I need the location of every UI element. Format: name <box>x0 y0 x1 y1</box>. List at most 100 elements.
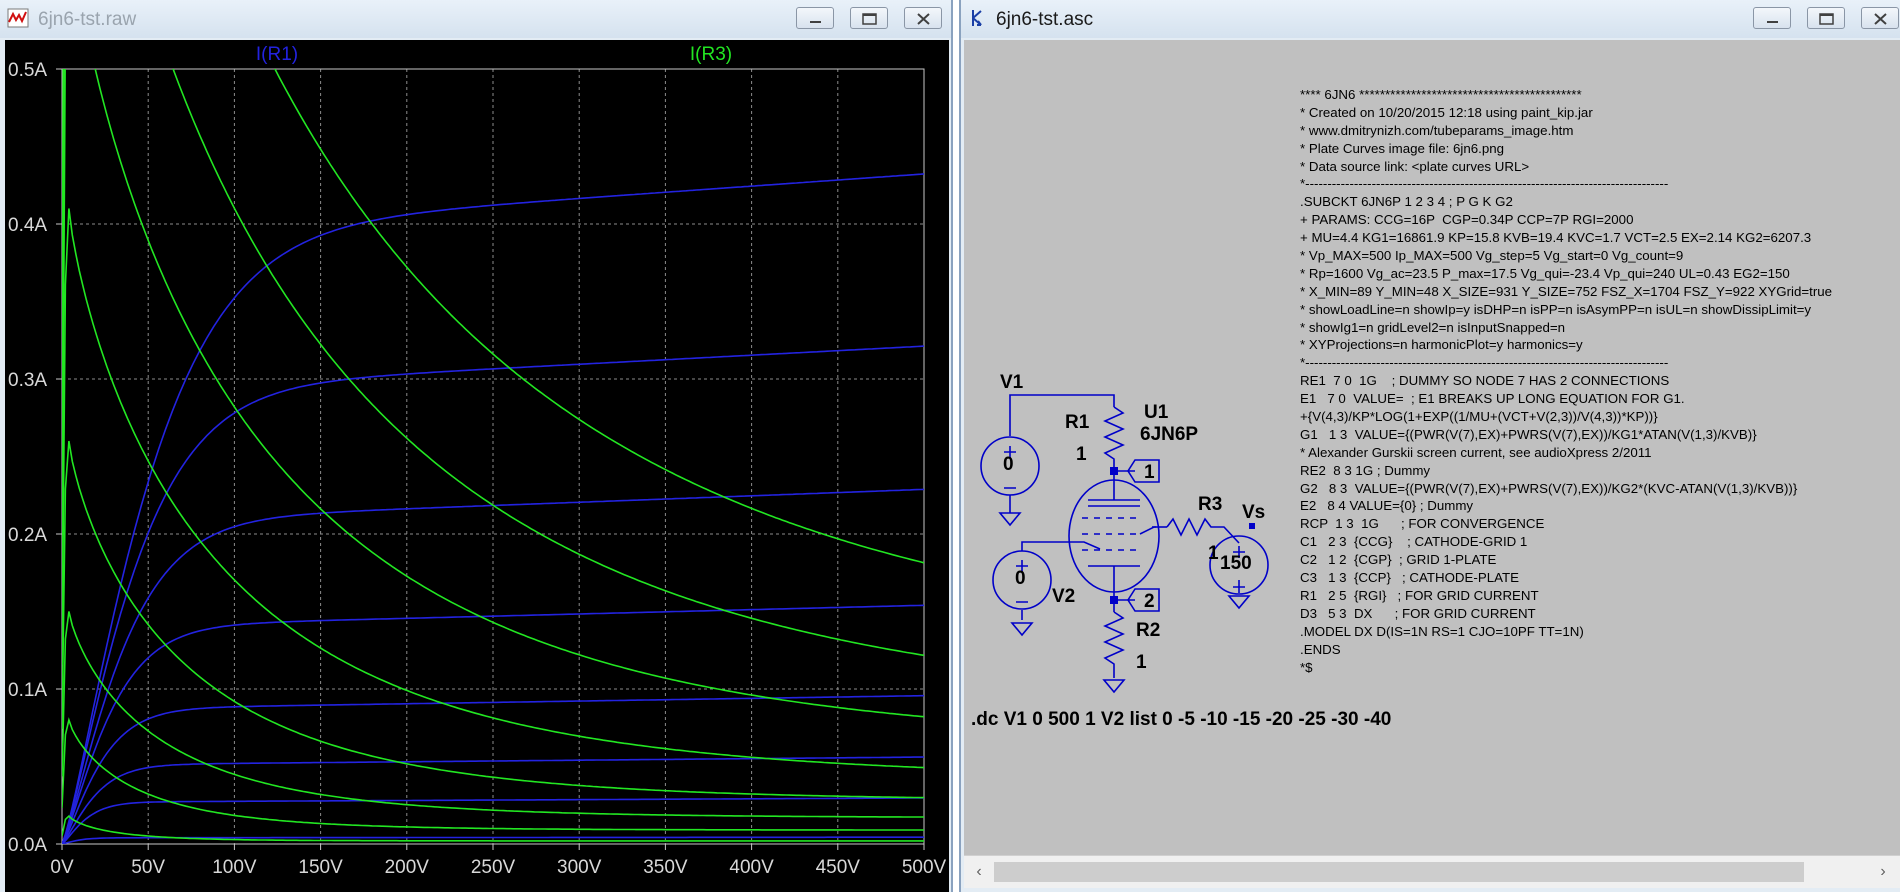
horizontal-scrollbar[interactable]: ‹ › <box>964 855 1900 888</box>
vs-value[interactable]: 150 <box>1220 553 1252 575</box>
minimize-button[interactable] <box>796 7 834 29</box>
netlist-line: * XYProjections=n harmonicPlot=y harmoni… <box>1300 337 1583 353</box>
x-tick-label: 350V <box>643 857 688 878</box>
pin-1-label: 1 <box>1144 462 1155 483</box>
netlist-line: E1 7 0 VALUE= ; E1 BREAKS UP LONG EQUATI… <box>1300 391 1685 407</box>
x-tick-label: 250V <box>471 857 516 878</box>
waveform-viewer-icon <box>7 8 29 28</box>
netlist-line: * Rp=1600 Vg_ac=23.5 P_max=17.5 Vg_qui=-… <box>1300 265 1790 281</box>
close-button[interactable] <box>1861 7 1899 29</box>
netlist-line: + MU=4.4 KG1=16861.9 KP=15.8 KVB=19.4 KV… <box>1300 230 1812 246</box>
netlist-line: * Alexander Gurskii screen current, see … <box>1300 444 1652 460</box>
netlist-line: * X_MIN=89 Y_MIN=48 X_SIZE=931 Y_SIZE=75… <box>1300 283 1833 299</box>
netlist-line: * showLoadLine=n showIp=y isDHP=n isPP=n… <box>1300 301 1812 317</box>
window-title: 6jn6-tst.asc <box>996 9 1094 30</box>
netlist-line: RCP 1 3 1G ; FOR CONVERGENCE <box>1300 516 1545 532</box>
netlist-line: C1 2 3 {CCG} ; CATHODE-GRID 1 <box>1300 534 1528 550</box>
plot-area[interactable]: 0V 50V 100V 150V 200V 250V 300V 350V 400V 450V 500… <box>5 40 949 892</box>
netlist-line: * www.dmitrynizh.com/tubeparams_image.ht… <box>1300 122 1574 138</box>
y-tick-label: 0.0A <box>8 835 47 856</box>
pentode-tube-u1[interactable] <box>1068 471 1160 600</box>
schematic-titlebar[interactable]: 6jn6-tst.asc <box>961 0 1900 38</box>
r1-value[interactable]: 1 <box>1076 444 1087 466</box>
trace-legend-label: I(R1) <box>256 44 298 65</box>
r1-label[interactable]: R1 <box>1065 412 1089 434</box>
y-tick-label: 0.1A <box>8 680 47 701</box>
netlist-line: *---------------------------------------… <box>1300 355 1669 371</box>
netlist-line: *$ <box>1300 659 1313 675</box>
y-tick-label: 0.5A <box>8 60 47 81</box>
close-icon <box>917 13 930 25</box>
netlist-line: D3 5 3 DX ; FOR GRID CURRENT <box>1300 605 1536 621</box>
netlist-line: *---------------------------------------… <box>1300 176 1669 192</box>
netlist-line: **** 6JN6 ******************************… <box>1300 87 1582 102</box>
r2-value[interactable]: 1 <box>1136 652 1147 674</box>
netlist-line: * Created on 10/20/2015 12:18 using pain… <box>1300 104 1593 120</box>
netlist-line: .ENDS <box>1300 641 1341 657</box>
netlist-line: * showIg1=n gridLevel2=n isInputSnapped=… <box>1300 319 1566 335</box>
window-title: 6jn6-tst.raw <box>38 9 137 30</box>
maximize-button[interactable] <box>850 7 888 29</box>
maximize-icon <box>862 13 877 25</box>
x-tick-label: 50V <box>131 857 165 878</box>
dc-sweep-directive[interactable]: .dc V1 0 500 1 V2 list 0 -5 -10 -15 -20 … <box>971 709 1391 731</box>
r2-label[interactable]: R2 <box>1136 620 1160 642</box>
netlist-line: * Data source link: <plate curves URL> <box>1300 158 1530 174</box>
netlist-line: .SUBCKT 6JN6P 1 2 3 4 ; P G K G2 <box>1300 194 1513 210</box>
vs-label[interactable]: Vs <box>1242 502 1265 524</box>
netlist-line: G1 1 3 VALUE={(PWR(V(7),EX)+PWRS(V(7),EX… <box>1300 426 1757 442</box>
close-button[interactable] <box>904 7 942 29</box>
x-tick-label: 100V <box>212 857 257 878</box>
waveform-window: 6jn6-tst.raw 0V 50V 100V 150V 200V 250V 300V 35… <box>0 0 953 892</box>
netlist-line: * Plate Curves image file: 6jn6.png <box>1300 140 1504 156</box>
ir3-curve <box>62 611 924 818</box>
x-tick-label: 300V <box>557 857 602 878</box>
close-icon <box>1874 13 1887 25</box>
y-tick-label: 0.2A <box>8 525 47 546</box>
minimize-icon <box>1767 21 1778 23</box>
u1-label[interactable]: U1 <box>1144 402 1168 424</box>
r3-label[interactable]: R3 <box>1198 494 1222 516</box>
netlist-line: G2 8 3 VALUE={(PWR(V(7),EX)+PWRS(V(7),EX… <box>1300 480 1798 496</box>
v1-value[interactable]: 0 <box>1003 454 1014 476</box>
schematic-window: 6jn6-tst.asc V1 0 R1 1 U1 6JN6P 1 2 R3 1… <box>959 0 1900 892</box>
netlist-line: C3 1 3 {CCP} ; CATHODE-PLATE <box>1300 570 1519 586</box>
v2-value[interactable]: 0 <box>1015 568 1026 590</box>
v2-label[interactable]: V2 <box>1052 586 1075 608</box>
x-tick-label: 500V <box>902 857 947 878</box>
waveform-titlebar[interactable]: 6jn6-tst.raw <box>0 0 951 38</box>
pin-2-label: 2 <box>1144 591 1155 612</box>
schematic-editor-icon <box>972 10 982 26</box>
x-tick-label: 450V <box>816 857 861 878</box>
minimize-button[interactable] <box>1753 7 1791 29</box>
y-tick-label: 0.3A <box>8 370 47 391</box>
u1-part[interactable]: 6JN6P <box>1140 424 1198 446</box>
r3-value[interactable]: 1 <box>1208 543 1219 565</box>
netlist-line: +{V(4,3)/KP*LOG(1+EXP((1/MU+(VCT+V(2,3))… <box>1300 409 1658 425</box>
v1-label[interactable]: V1 <box>1000 372 1023 394</box>
scroll-left-arrow-icon[interactable]: ‹ <box>968 862 990 882</box>
x-tick-label: 150V <box>298 857 343 878</box>
x-tick-label: 0V <box>50 857 74 878</box>
maximize-button[interactable] <box>1807 7 1845 29</box>
spice-netlist-text[interactable]: **** 6JN6 ******************************… <box>1300 86 1832 676</box>
schematic-canvas[interactable]: V1 0 R1 1 U1 6JN6P 1 2 R3 1 Vs 150 V2 0 … <box>964 40 1900 855</box>
trace-legend-label: I(R3) <box>690 44 732 65</box>
netlist-line: C2 1 2 {CGP} ; GRID 1-PLATE <box>1300 552 1497 568</box>
scroll-right-arrow-icon[interactable]: › <box>1872 862 1894 882</box>
netlist-line: RE1 7 0 1G ; DUMMY SO NODE 7 HAS 2 CONNE… <box>1300 373 1670 389</box>
netlist-line: R1 2 5 {RGI} ; FOR GRID CURRENT <box>1300 587 1539 603</box>
netlist-line: .MODEL DX D(IS=1N RS=1 CJO=10PF TT=1N) <box>1300 623 1584 639</box>
scrollbar-thumb[interactable] <box>994 862 1804 882</box>
minimize-icon <box>810 21 821 23</box>
maximize-icon <box>1819 13 1834 25</box>
ir1-curve <box>62 345 924 844</box>
netlist-line: * Vp_MAX=500 Ip_MAX=500 Vg_step=5 Vg_sta… <box>1300 248 1684 264</box>
netlist-line: RE2 8 3 1G ; Dummy <box>1300 462 1431 478</box>
x-tick-label: 400V <box>729 857 774 878</box>
netlist-line: E2 8 4 VALUE={0} ; Dummy <box>1300 498 1474 514</box>
plate-curves-chart[interactable]: 0V 50V 100V 150V 200V 250V 300V 350V 400V 450V 500… <box>5 40 949 892</box>
x-tick-label: 200V <box>385 857 430 878</box>
netlist-line: + PARAMS: CCG=16P CGP=0.34P CCP=7P RGI=2… <box>1300 212 1634 228</box>
y-tick-label: 0.4A <box>8 215 47 236</box>
